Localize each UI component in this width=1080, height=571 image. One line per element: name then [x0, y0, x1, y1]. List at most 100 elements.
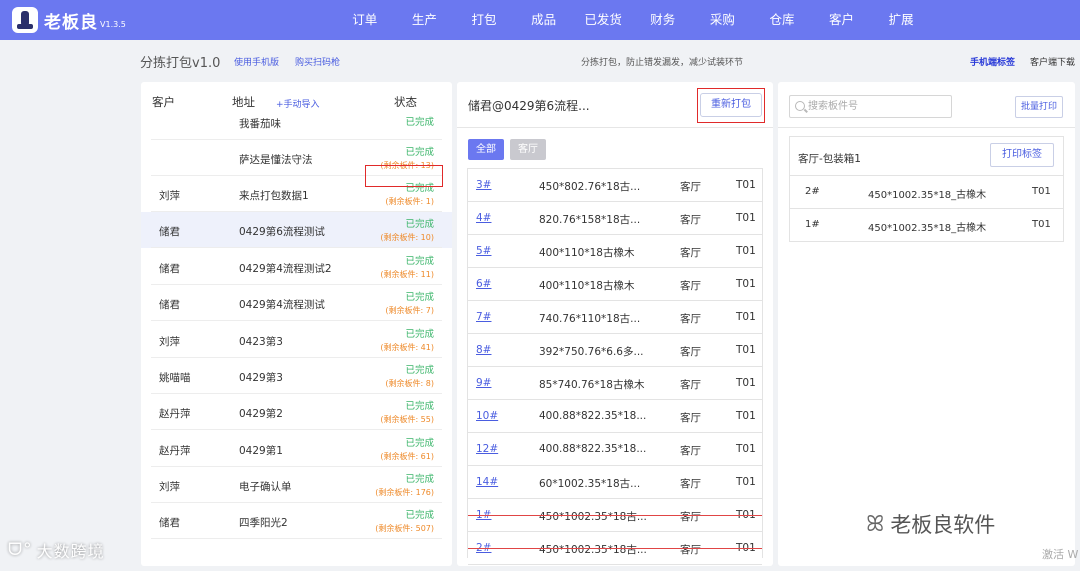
part-size: 400.88*822.35*18... — [539, 443, 647, 455]
nav-item-purchase[interactable]: 采购 — [693, 0, 753, 40]
customer-row[interactable]: 我番茄味 已完成 — [141, 104, 452, 140]
part-row[interactable]: 9# 85*740.76*18古橡木 客厅 T01 — [468, 367, 762, 400]
status-done: 已完成 — [405, 329, 434, 340]
customer-name: 刘萍 — [159, 190, 180, 202]
part-size: 450*1002.35*18古... — [539, 544, 647, 556]
part-number-link[interactable]: 3# — [476, 179, 491, 191]
customer-name: 赵丹萍 — [159, 445, 191, 457]
customer-row[interactable]: 储君 0429第6流程测试 已完成 (剩余板件: 10) — [141, 212, 452, 248]
status-cell: 已完成 (剩余板件: 11) — [380, 253, 434, 280]
customer-row[interactable]: 储君 四季阳光2 已完成 (剩余板件: 507) — [141, 503, 452, 539]
status-cell: 已完成 (剩余板件: 7) — [385, 289, 434, 316]
part-row[interactable]: 1# 450*1002.35*18古... 客厅 T01 — [468, 499, 762, 532]
part-number-link[interactable]: 8# — [476, 344, 491, 356]
customer-row[interactable]: 赵丹萍 0429第2 已完成 (剩余板件: 55) — [141, 394, 452, 430]
app-logo[interactable]: 老板良 V1.3.5 — [12, 7, 126, 33]
part-size: 450*1002.35*18古... — [539, 511, 647, 523]
part-row[interactable]: 14# 60*1002.35*18古... 客厅 T01 — [468, 466, 762, 499]
part-size: 450*802.76*18古... — [539, 181, 641, 193]
nav-item-customers[interactable]: 客户 — [812, 0, 872, 40]
tab-all[interactable]: 全部 — [468, 139, 504, 160]
part-number-link[interactable]: 7# — [476, 311, 491, 323]
remaining-parts: (剩余板件: 507) — [375, 524, 434, 533]
remaining-parts: (剩余板件: 41) — [380, 343, 434, 352]
search-input[interactable] — [808, 98, 948, 115]
nav-item-finance[interactable]: 财务 — [633, 0, 693, 40]
nav-item-finished[interactable]: 成品 — [514, 0, 574, 40]
status-cell: 已完成 (剩余板件: 507) — [375, 507, 434, 534]
status-cell: 已完成 (剩余板件: 41) — [380, 326, 434, 353]
part-row[interactable]: 7# 740.76*110*18古... 客厅 T01 — [468, 301, 762, 334]
divider — [778, 127, 1075, 128]
status-cell: 已完成 (剩余板件: 55) — [380, 398, 434, 425]
nav-item-packing[interactable]: 打包 — [454, 0, 514, 40]
part-type: T01 — [736, 443, 756, 455]
nav-item-shipped[interactable]: 已发货 — [573, 0, 633, 40]
row-divider — [151, 320, 442, 321]
wechat-icon: ꕤ — [866, 511, 885, 537]
customer-name: 储君 — [159, 517, 180, 529]
part-row[interactable]: 12# 400.88*822.35*18... 客厅 T01 — [468, 433, 762, 466]
part-row[interactable]: 10# 400.88*822.35*18... 客厅 T01 — [468, 400, 762, 433]
remaining-parts: (剩余板件: 55) — [380, 415, 434, 424]
client-download-link[interactable]: 客户端下载 — [1030, 55, 1075, 68]
customer-list-panel: 客户 地址 +手动导入 状态 我番茄味 已完成 萨达是懂法守法 已完成 (剩余板件: 1… — [141, 82, 452, 566]
customer-address: 0429第2 — [239, 408, 283, 420]
buy-scanner-link[interactable]: 购买扫码枪 — [295, 55, 340, 68]
part-number-link[interactable]: 4# — [476, 212, 491, 224]
part-row[interactable]: 5# 400*110*18古橡木 客厅 T01 — [468, 235, 762, 268]
customer-address: 电子确认单 — [239, 481, 292, 493]
customer-address: 0429第3 — [239, 372, 283, 384]
part-number-link[interactable]: 14# — [476, 476, 498, 488]
part-row[interactable]: 4# 820.76*158*18古... 客厅 T01 — [468, 202, 762, 235]
part-number-link[interactable]: 12# — [476, 443, 498, 455]
customer-name: 储君 — [159, 299, 180, 311]
part-size: 400*110*18古橡木 — [539, 247, 635, 259]
part-number-link[interactable]: 6# — [476, 278, 491, 290]
customer-row[interactable]: 储君 0429第4流程测试2 已完成 (剩余板件: 11) — [141, 249, 452, 285]
part-row[interactable]: 8# 392*750.76*6.6多... 客厅 T01 — [468, 334, 762, 367]
customer-name: 储君 — [159, 226, 180, 238]
customer-row[interactable]: 姚喵喵 0429第3 已完成 (剩余板件: 8) — [141, 358, 452, 394]
activate-windows-text: 激活 W — [1042, 548, 1079, 561]
watermark-right: ꕤ 老板良软件 — [866, 509, 995, 539]
status-cell: 已完成 — [405, 114, 434, 130]
row-divider — [151, 538, 442, 539]
tab-living-room[interactable]: 客厅 — [510, 139, 546, 160]
status-done: 已完成 — [405, 292, 434, 303]
packing-panel: 储君@0429第6流程... 重新打包 全部 客厅 3# 450*802.76*1… — [457, 82, 773, 566]
main-nav: 订单 生产 打包 成品 已发货 财务 采购 仓库 客户 扩展 — [335, 0, 931, 40]
use-mobile-link[interactable]: 使用手机版 — [234, 55, 279, 68]
page-title: 分拣打包v1.0 — [140, 56, 221, 71]
part-row[interactable]: 2# 450*1002.35*18古... 客厅 T01 — [468, 532, 762, 565]
packed-strikethrough — [468, 548, 762, 549]
batch-print-button[interactable]: 批量打印 — [1015, 96, 1063, 118]
part-row[interactable]: 6# 400*110*18古橡木 客厅 T01 — [468, 268, 762, 301]
nav-item-warehouse[interactable]: 仓库 — [752, 0, 812, 40]
customer-row[interactable]: 储君 0429第4流程测试 已完成 (剩余板件: 7) — [141, 285, 452, 321]
remaining-parts: (剩余板件: 10) — [380, 233, 434, 242]
top-navbar: 老板良 V1.3.5 订单 生产 打包 成品 已发货 财务 采购 仓库 客户 扩… — [0, 0, 1080, 40]
part-size: 392*750.76*6.6多... — [539, 346, 644, 358]
customer-row[interactable]: 赵丹萍 0429第1 已完成 (剩余板件: 61) — [141, 431, 452, 467]
logo-version: V1.3.5 — [100, 19, 126, 29]
status-cell: 已完成 (剩余板件: 61) — [380, 435, 434, 462]
part-number-link[interactable]: 10# — [476, 410, 498, 422]
customer-row[interactable]: 刘萍 电子确认单 已完成 (剩余板件: 176) — [141, 467, 452, 503]
part-number-link[interactable]: 9# — [476, 377, 491, 389]
part-row[interactable]: 3# 450*802.76*18古... 客厅 T01 — [468, 169, 762, 202]
nav-item-production[interactable]: 生产 — [395, 0, 455, 40]
logo-icon — [12, 7, 38, 33]
search-box[interactable] — [789, 95, 952, 118]
nav-item-orders[interactable]: 订单 — [335, 0, 395, 40]
mobile-label-link[interactable]: 手机端标签 — [970, 55, 1015, 68]
customer-row[interactable]: 刘萍 0423第3 已完成 (剩余板件: 41) — [141, 322, 452, 358]
watermark-left: ᗜ° 大数跨境 — [8, 538, 105, 562]
nav-item-extensions[interactable]: 扩展 — [871, 0, 931, 40]
part-number-link[interactable]: 5# — [476, 245, 491, 257]
watermark-right-text: 老板良软件 — [890, 513, 996, 537]
print-label-button[interactable]: 打印标签 — [990, 143, 1054, 167]
part-size: 820.76*158*18古... — [539, 214, 641, 226]
customer-address: 来点打包数据1 — [239, 190, 309, 202]
customer-name: 姚喵喵 — [159, 372, 191, 384]
